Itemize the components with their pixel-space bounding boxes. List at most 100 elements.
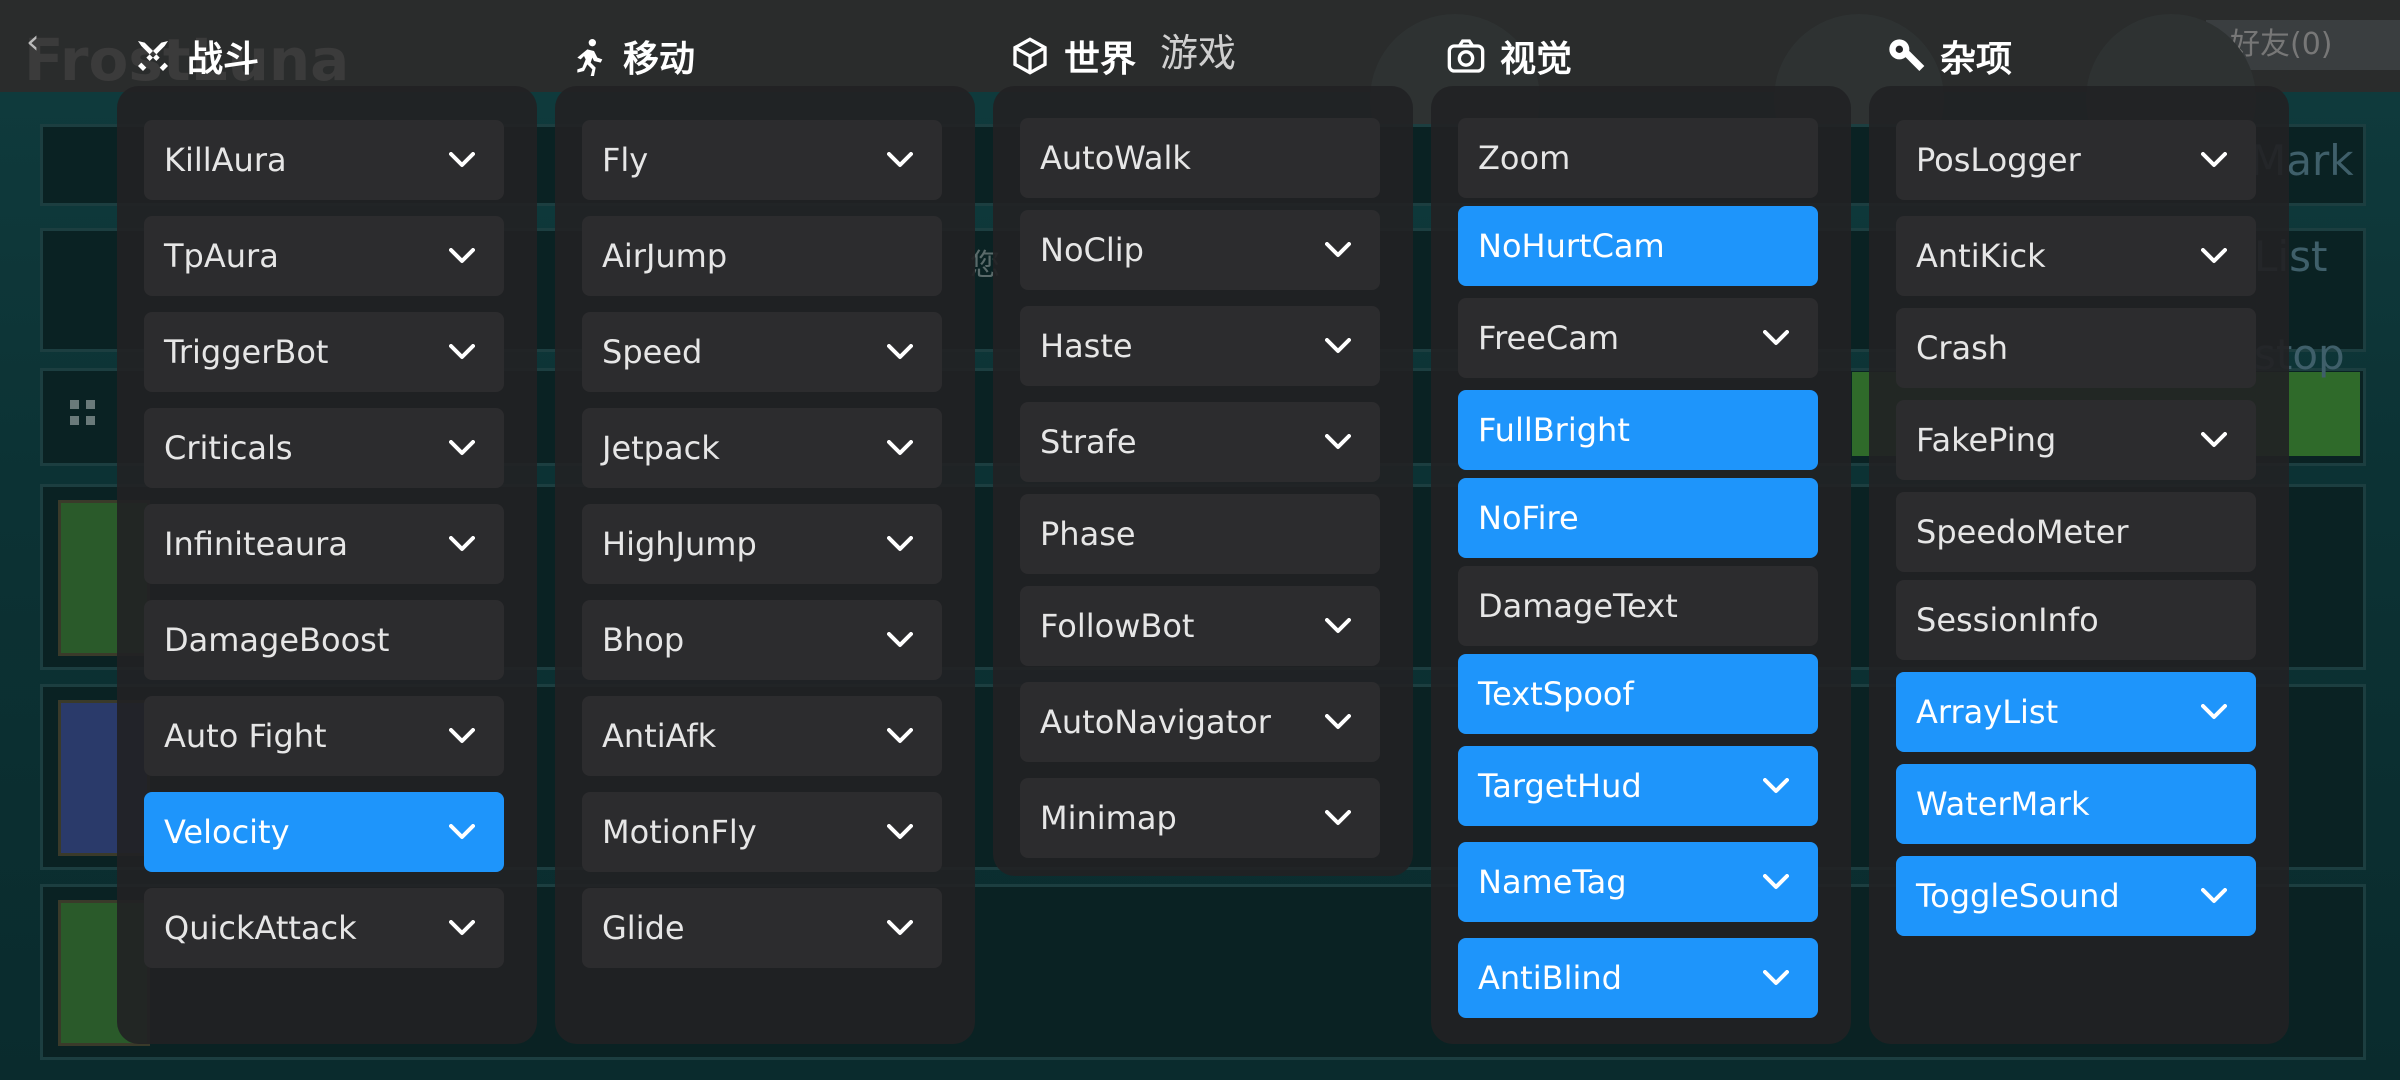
module-triggerbot-button[interactable]: TriggerBot [144,312,504,392]
panel-header[interactable]: 移动 [569,28,695,84]
panel-header[interactable]: 杂项 [1886,28,2012,84]
module-zoom-button[interactable]: Zoom [1458,118,1818,198]
module-highjump-button[interactable]: HighJump [582,504,942,584]
module-freecam-button[interactable]: FreeCam [1458,298,1818,378]
chevron-down-icon[interactable] [440,138,484,182]
module-label: Velocity [164,813,290,851]
back-arrow-icon[interactable]: ‹ [26,22,40,62]
module-label: AntiBlind [1478,959,1622,997]
module-motionfly-button[interactable]: MotionFly [582,792,942,872]
module-label: FreeCam [1478,319,1620,357]
chevron-down-icon[interactable] [878,330,922,374]
chevron-down-icon[interactable] [878,906,922,950]
chevron-down-icon[interactable] [878,138,922,182]
module-label: Zoom [1478,139,1571,177]
module-antikick-button[interactable]: AntiKick [1896,216,2256,296]
chevron-down-icon[interactable] [440,906,484,950]
chevron-down-icon[interactable] [878,426,922,470]
panel-header[interactable]: 世界 [1010,28,1136,84]
module-minimap-button[interactable]: Minimap [1020,778,1380,858]
panel-header[interactable]: 战斗 [133,28,259,84]
module-fakeping-button[interactable]: FakePing [1896,400,2256,480]
chevron-down-icon[interactable] [2192,138,2236,182]
module-damagetext-button[interactable]: DamageText [1458,566,1818,646]
module-label: HighJump [602,525,757,563]
chevron-down-icon[interactable] [878,522,922,566]
grip-handle-icon [70,400,100,430]
module-fullbright-button[interactable]: FullBright [1458,390,1818,470]
module-criticals-button[interactable]: Criticals [144,408,504,488]
module-noclip-button[interactable]: NoClip [1020,210,1380,290]
module-targethud-button[interactable]: TargetHud [1458,746,1818,826]
module-label: Phase [1040,515,1136,553]
module-arraylist-button[interactable]: ArrayList [1896,672,2256,752]
chevron-down-icon[interactable] [2192,690,2236,734]
module-nametag-button[interactable]: NameTag [1458,842,1818,922]
module-followbot-button[interactable]: FollowBot [1020,586,1380,666]
chevron-down-icon[interactable] [1754,764,1798,808]
module-strafe-button[interactable]: Strafe [1020,402,1380,482]
chevron-down-icon[interactable] [1754,316,1798,360]
module-textspoof-button[interactable]: TextSpoof [1458,654,1818,734]
chevron-down-icon[interactable] [1316,796,1360,840]
chevron-down-icon[interactable] [2192,874,2236,918]
module-damageboost-button[interactable]: DamageBoost [144,600,504,680]
module-jetpack-button[interactable]: Jetpack [582,408,942,488]
module-togglesound-button[interactable]: ToggleSound [1896,856,2256,936]
module-label: KillAura [164,141,287,179]
module-fly-button[interactable]: Fly [582,120,942,200]
module-speed-button[interactable]: Speed [582,312,942,392]
module-autowalk-button[interactable]: AutoWalk [1020,118,1380,198]
chevron-down-icon[interactable] [1316,324,1360,368]
module-antiblind-button[interactable]: AntiBlind [1458,938,1818,1018]
module-sessioninfo-button[interactable]: SessionInfo [1896,580,2256,660]
module-speedometer-button[interactable]: SpeedoMeter [1896,492,2256,572]
chevron-down-icon[interactable] [1316,700,1360,744]
chevron-down-icon[interactable] [1316,604,1360,648]
module-label: Strafe [1040,423,1137,461]
chevron-down-icon[interactable] [878,810,922,854]
module-label: TpAura [164,237,279,275]
module-bhop-button[interactable]: Bhop [582,600,942,680]
module-antiafk-button[interactable]: AntiAfk [582,696,942,776]
chevron-down-icon[interactable] [440,426,484,470]
module-killaura-button[interactable]: KillAura [144,120,504,200]
module-label: SessionInfo [1916,601,2099,639]
chevron-down-icon[interactable] [440,522,484,566]
chevron-down-icon[interactable] [1316,420,1360,464]
module-infiniteaura-button[interactable]: Infiniteaura [144,504,504,584]
module-autonavigator-button[interactable]: AutoNavigator [1020,682,1380,762]
module-phase-button[interactable]: Phase [1020,494,1380,574]
module-label: Jetpack [602,429,720,467]
chevron-down-icon[interactable] [440,234,484,278]
running-person-icon [569,36,623,76]
chevron-down-icon[interactable] [1316,228,1360,272]
panel-title: 战斗 [187,39,260,80]
chevron-down-icon[interactable] [1754,956,1798,1000]
module-label: NoHurtCam [1478,227,1665,265]
module-watermark-button[interactable]: WaterMark [1896,764,2256,844]
module-label: AntiAfk [602,717,717,755]
chevron-down-icon[interactable] [440,810,484,854]
chevron-down-icon[interactable] [878,618,922,662]
module-auto-fight-button[interactable]: Auto Fight [144,696,504,776]
chevron-down-icon[interactable] [878,714,922,758]
module-airjump-button[interactable]: AirJump [582,216,942,296]
module-tpaura-button[interactable]: TpAura [144,216,504,296]
chevron-down-icon[interactable] [1754,860,1798,904]
module-label: AntiKick [1916,237,2046,275]
module-glide-button[interactable]: Glide [582,888,942,968]
chevron-down-icon[interactable] [440,714,484,758]
module-haste-button[interactable]: Haste [1020,306,1380,386]
module-crash-button[interactable]: Crash [1896,308,2256,388]
module-nohurtcam-button[interactable]: NoHurtCam [1458,206,1818,286]
module-nofire-button[interactable]: NoFire [1458,478,1818,558]
module-label: AutoWalk [1040,139,1191,177]
module-velocity-button[interactable]: Velocity [144,792,504,872]
module-poslogger-button[interactable]: PosLogger [1896,120,2256,200]
panel-header[interactable]: 视觉 [1446,28,1572,84]
chevron-down-icon[interactable] [2192,234,2236,278]
chevron-down-icon[interactable] [2192,418,2236,462]
chevron-down-icon[interactable] [440,330,484,374]
module-quickattack-button[interactable]: QuickAttack [144,888,504,968]
